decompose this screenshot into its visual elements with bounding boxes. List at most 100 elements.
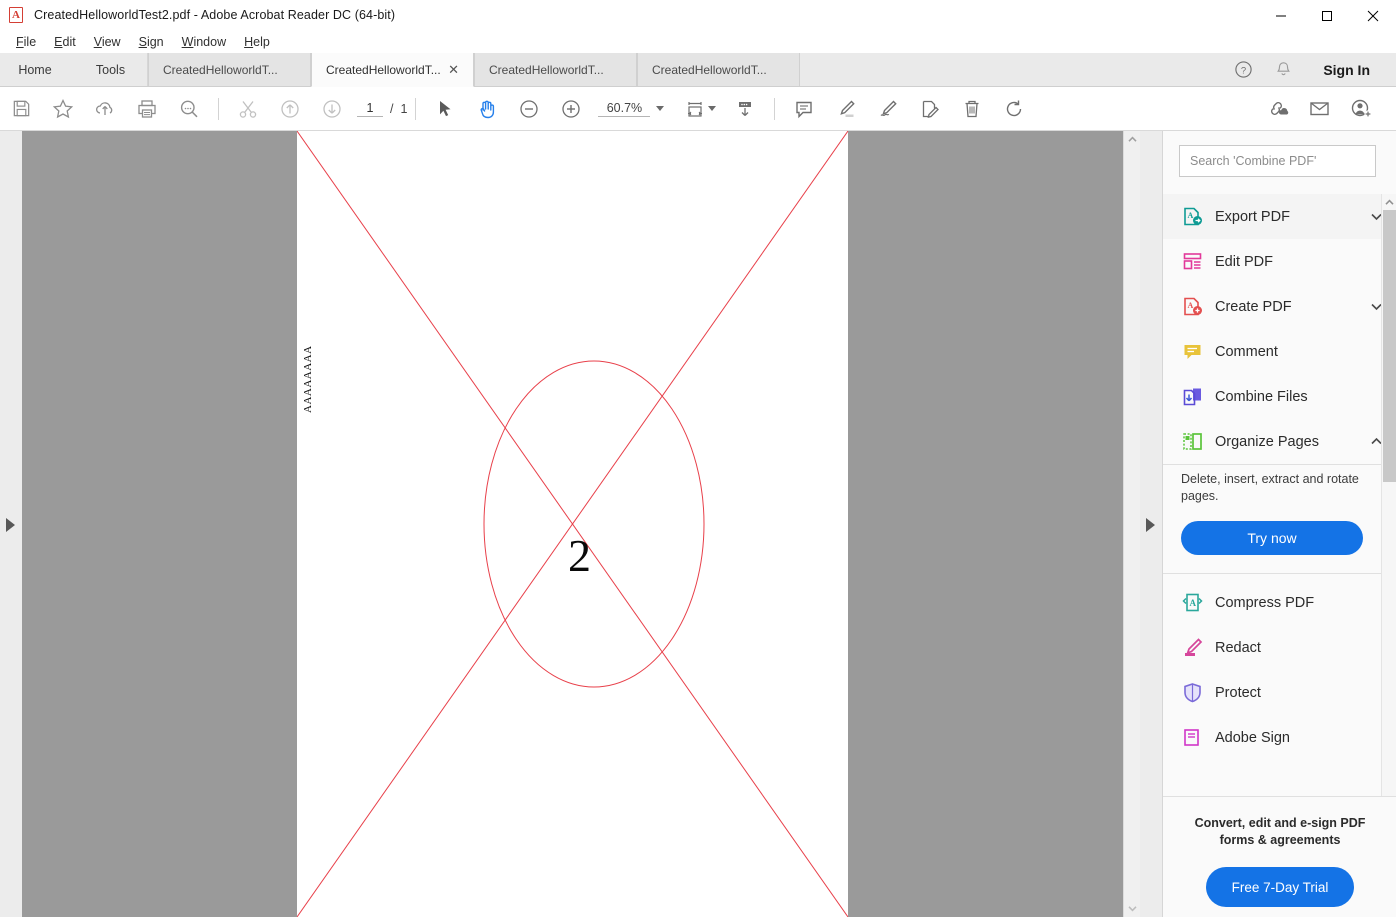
cursor-select-icon[interactable]	[424, 87, 466, 131]
maximize-button[interactable]	[1304, 0, 1350, 31]
panel-scroll-up-icon[interactable]	[1382, 194, 1396, 210]
search-zoom-icon[interactable]	[168, 87, 210, 131]
minimize-button[interactable]	[1258, 0, 1304, 31]
zoom-out-icon[interactable]	[508, 87, 550, 131]
save-icon[interactable]	[0, 87, 42, 131]
scissors-icon[interactable]	[227, 87, 269, 131]
toolbar-divider-1	[218, 98, 219, 120]
promo-line-1: Convert, edit and e-sign PDF	[1195, 816, 1366, 830]
chevron-down-icon[interactable]	[656, 106, 664, 111]
menu-edit[interactable]: Edit	[45, 33, 85, 51]
tool-label-redact: Redact	[1215, 640, 1383, 656]
scroll-down-chevron-icon[interactable]	[1124, 900, 1141, 917]
tool-item-protect[interactable]: Protect	[1163, 670, 1396, 715]
tool-label-protect: Protect	[1215, 685, 1383, 701]
sign-in-button[interactable]: Sign In	[1313, 62, 1380, 78]
menu-window[interactable]: Window	[173, 33, 235, 51]
arrow-down-circle-icon[interactable]	[311, 87, 353, 131]
export-pdf-icon: A	[1181, 206, 1203, 228]
document-tab-3[interactable]: CreatedHelloworldT...	[474, 53, 637, 86]
page-edit-icon[interactable]	[909, 87, 951, 131]
tool-item-create-pdf[interactable]: A Create PDF	[1163, 284, 1396, 329]
tool-label-comment: Comment	[1215, 344, 1383, 360]
panel-scrollbar[interactable]	[1381, 194, 1396, 827]
document-viewer: AAAAAAAA 2	[0, 131, 1162, 917]
arrow-up-circle-icon[interactable]	[269, 87, 311, 131]
tool-item-redact[interactable]: Redact	[1163, 625, 1396, 670]
fit-width-chevron-down-icon[interactable]	[708, 106, 716, 111]
menu-window-rest: indow	[193, 35, 226, 49]
document-tab-4[interactable]: CreatedHelloworldT...	[637, 53, 800, 86]
sign-pen-icon[interactable]	[867, 87, 909, 131]
zoom-level-value: 60.7%	[598, 101, 650, 117]
adobe-sign-icon	[1181, 727, 1203, 749]
zoom-control[interactable]: 60.7%	[598, 101, 664, 117]
tool-item-comment[interactable]: Comment	[1163, 329, 1396, 374]
page-center-number: 2	[568, 529, 591, 582]
free-trial-button[interactable]: Free 7-Day Trial	[1206, 867, 1354, 907]
tool-label-combine-files: Combine Files	[1215, 389, 1383, 405]
menu-bar: File Edit View Sign Window Help	[0, 31, 1396, 53]
panel-search-wrap	[1163, 131, 1396, 187]
vertical-scrollbar[interactable]	[1123, 131, 1140, 917]
scrollbar-thumb[interactable]	[1125, 148, 1140, 258]
help-circle-icon[interactable]: ?	[1225, 53, 1261, 87]
share-link-cloud-icon[interactable]	[1256, 87, 1298, 131]
panel-scrollbar-thumb[interactable]	[1383, 210, 1396, 482]
page-canvas-area[interactable]: AAAAAAAA 2	[22, 131, 1123, 917]
tool-item-adobe-sign[interactable]: Adobe Sign	[1163, 715, 1396, 760]
upload-cloud-icon[interactable]	[84, 87, 126, 131]
comment-icon[interactable]	[783, 87, 825, 131]
star-icon[interactable]	[42, 87, 84, 131]
tool-label-create-pdf: Create PDF	[1215, 299, 1370, 315]
organize-pages-icon	[1181, 431, 1203, 453]
tool-item-organize-pages[interactable]: Organize Pages	[1163, 419, 1396, 464]
document-tab-2-close-icon[interactable]: ✕	[448, 62, 459, 78]
toolbar: / 1 60.7%	[0, 87, 1396, 131]
menu-file[interactable]: File	[7, 33, 45, 51]
email-icon[interactable]	[1298, 87, 1340, 131]
menu-sign[interactable]: Sign	[130, 33, 173, 51]
tool-item-export-pdf[interactable]: A Export PDF	[1163, 194, 1396, 239]
document-tab-3-label: CreatedHelloworldT...	[489, 63, 622, 77]
tab-tools[interactable]: Tools	[74, 53, 148, 86]
hand-pan-icon[interactable]	[466, 87, 508, 131]
expand-right-panel-icon[interactable]	[1146, 518, 1155, 532]
tool-item-edit-pdf[interactable]: Edit PDF	[1163, 239, 1396, 284]
promo-text: Convert, edit and e-sign PDF forms & agr…	[1180, 815, 1380, 849]
tool-item-compress-pdf[interactable]: A Compress PDF	[1163, 580, 1396, 625]
page-annotations	[297, 131, 848, 917]
document-tab-2[interactable]: CreatedHelloworldT... ✕	[311, 53, 474, 87]
page-separator: /	[390, 102, 393, 116]
scroll-up-chevron-icon[interactable]	[1124, 131, 1141, 148]
page-number-input[interactable]	[357, 101, 383, 117]
tool-label-edit-pdf: Edit PDF	[1215, 254, 1383, 270]
tool-item-combine-files[interactable]: Combine Files	[1163, 374, 1396, 419]
close-button[interactable]	[1350, 0, 1396, 31]
tab-home[interactable]: Home	[0, 53, 74, 86]
zoom-in-icon[interactable]	[550, 87, 592, 131]
pdf-page: AAAAAAAA 2	[297, 131, 848, 917]
compress-pdf-icon: A	[1181, 592, 1203, 614]
menu-edit-rest: dit	[63, 35, 76, 49]
notification-bell-icon[interactable]	[1265, 53, 1301, 87]
document-tab-1[interactable]: CreatedHelloworldT...	[148, 53, 311, 86]
print-icon[interactable]	[126, 87, 168, 131]
page-scroll-icon[interactable]	[724, 87, 766, 131]
trash-icon[interactable]	[951, 87, 993, 131]
rotate-icon[interactable]	[993, 87, 1035, 131]
expand-left-panel-icon[interactable]	[6, 518, 15, 532]
redact-icon	[1181, 637, 1203, 659]
highlighter-icon[interactable]	[825, 87, 867, 131]
try-now-button[interactable]: Try now	[1181, 521, 1363, 555]
svg-text:A: A	[1189, 598, 1196, 608]
panel-divider-2	[1163, 573, 1396, 574]
tool-label-export-pdf: Export PDF	[1215, 209, 1370, 225]
title-bar: A CreatedHelloworldTest2.pdf - Adobe Acr…	[0, 0, 1396, 31]
svg-text:A: A	[1187, 211, 1193, 220]
tool-label-compress-pdf: Compress PDF	[1215, 595, 1383, 611]
add-person-icon[interactable]	[1340, 87, 1382, 131]
menu-help[interactable]: Help	[235, 33, 279, 51]
search-input[interactable]	[1179, 145, 1376, 177]
menu-view[interactable]: View	[85, 33, 130, 51]
